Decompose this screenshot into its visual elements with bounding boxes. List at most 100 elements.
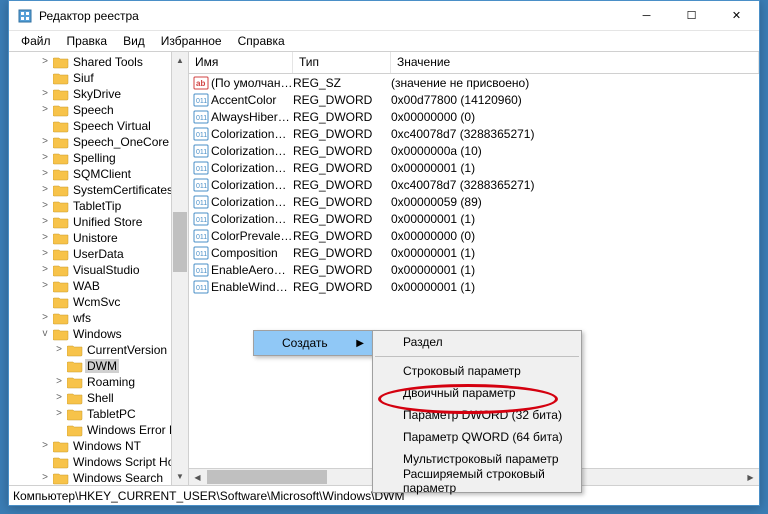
expand-icon[interactable]: > xyxy=(39,214,51,230)
scroll-down-icon[interactable]: ▼ xyxy=(172,468,188,485)
value-row[interactable]: EnableWindow...REG_DWORD0x00000001 (1) xyxy=(189,278,759,295)
tree-node[interactable]: >Speech xyxy=(11,102,188,118)
expand-icon[interactable] xyxy=(53,358,65,374)
value-row[interactable]: ColorizationBlur...REG_DWORD0x00000001 (… xyxy=(189,159,759,176)
expand-icon[interactable]: > xyxy=(53,342,65,358)
tree-node[interactable]: >WAB xyxy=(11,278,188,294)
expand-icon[interactable]: > xyxy=(39,134,51,150)
scroll-up-icon[interactable]: ▲ xyxy=(172,52,188,69)
expand-icon[interactable]: > xyxy=(39,310,51,326)
tree-node[interactable]: >TabletTip xyxy=(11,198,188,214)
value-row[interactable]: ColorizationColorREG_DWORD0xc40078d7 (32… xyxy=(189,176,759,193)
ctx-new-binary[interactable]: Двоичный параметр xyxy=(373,382,581,404)
expand-icon[interactable]: > xyxy=(39,246,51,262)
tree-node[interactable]: >Windows NT xyxy=(11,438,188,454)
tree-node[interactable]: > Shared Tools xyxy=(11,54,188,70)
ctx-create[interactable]: Создать ▶ xyxy=(254,331,372,355)
tree-node[interactable]: Windows Script Host xyxy=(11,454,188,470)
tree-node[interactable]: >wfs xyxy=(11,310,188,326)
tree-node[interactable]: vWindows xyxy=(11,326,188,342)
tree-node[interactable]: >Unistore xyxy=(11,230,188,246)
value-row[interactable]: ColorizationAft...REG_DWORD0xc40078d7 (3… xyxy=(189,125,759,142)
value-name: Composition xyxy=(211,246,293,260)
value-type: REG_DWORD xyxy=(293,263,391,277)
expand-icon[interactable]: > xyxy=(39,54,51,70)
tree-node[interactable]: >Windows Search xyxy=(11,470,188,485)
expand-icon[interactable]: > xyxy=(39,150,51,166)
tree-node[interactable]: >UserData xyxy=(11,246,188,262)
value-row[interactable]: AccentColorREG_DWORD0x00d77800 (14120960… xyxy=(189,91,759,108)
expand-icon[interactable] xyxy=(53,422,65,438)
tree-node[interactable]: Speech Virtual xyxy=(11,118,188,134)
col-name[interactable]: Имя xyxy=(189,52,293,73)
tree-node[interactable]: >CurrentVersion xyxy=(11,342,188,358)
value-row[interactable]: (По умолчанию)REG_SZ(значение не присвое… xyxy=(189,74,759,91)
folder-icon xyxy=(53,439,69,453)
tree-node[interactable]: Windows Error Re xyxy=(11,422,188,438)
titlebar[interactable]: Редактор реестра ─ ☐ ✕ xyxy=(9,1,759,31)
maximize-button[interactable]: ☐ xyxy=(669,1,714,30)
value-row[interactable]: ColorizationCol...REG_DWORD0x00000059 (8… xyxy=(189,193,759,210)
expand-icon[interactable]: > xyxy=(53,390,65,406)
expand-icon[interactable]: > xyxy=(39,182,51,198)
tree-node[interactable]: WcmSvc xyxy=(11,294,188,310)
scroll-right-icon[interactable]: ▶ xyxy=(742,469,759,485)
menu-favorites[interactable]: Избранное xyxy=(153,32,230,50)
tree-node[interactable]: >Spelling xyxy=(11,150,188,166)
tree-pane[interactable]: > Shared Tools Siuf>SkyDrive>Speech Speec… xyxy=(9,52,189,485)
menu-view[interactable]: Вид xyxy=(115,32,153,50)
tree-node[interactable]: >TabletPC xyxy=(11,406,188,422)
menu-edit[interactable]: Правка xyxy=(59,32,116,50)
scroll-left-icon[interactable]: ◀ xyxy=(189,469,206,485)
tree-label: Shared Tools xyxy=(71,55,145,69)
menu-help[interactable]: Справка xyxy=(230,32,293,50)
tree-node[interactable]: >Unified Store xyxy=(11,214,188,230)
expand-icon[interactable]: > xyxy=(39,230,51,246)
tree-node[interactable]: >SystemCertificates xyxy=(11,182,188,198)
expand-icon[interactable] xyxy=(39,70,51,86)
expand-icon[interactable]: > xyxy=(53,374,65,390)
value-row[interactable]: CompositionREG_DWORD0x00000001 (1) xyxy=(189,244,759,261)
expand-icon[interactable] xyxy=(39,454,51,470)
tree-node[interactable]: >Speech_OneCore xyxy=(11,134,188,150)
ctx-new-key[interactable]: Раздел xyxy=(373,331,581,353)
folder-icon xyxy=(67,375,83,389)
value-row[interactable]: ColorPrevalenceREG_DWORD0x00000000 (0) xyxy=(189,227,759,244)
expand-icon[interactable] xyxy=(39,118,51,134)
expand-icon[interactable]: > xyxy=(39,86,51,102)
tree-scrollbar[interactable]: ▲ ▼ xyxy=(171,52,188,485)
close-button[interactable]: ✕ xyxy=(714,1,759,30)
expand-icon[interactable]: > xyxy=(39,198,51,214)
tree-node[interactable]: Siuf xyxy=(11,70,188,86)
expand-icon[interactable]: > xyxy=(39,166,51,182)
expand-icon[interactable]: > xyxy=(39,278,51,294)
tree-node[interactable]: > SQMClient xyxy=(11,166,188,182)
col-type[interactable]: Тип xyxy=(293,52,391,73)
expand-icon[interactable]: > xyxy=(53,406,65,422)
expand-icon[interactable]: > xyxy=(39,470,51,485)
ctx-new-string[interactable]: Строковый параметр xyxy=(373,360,581,382)
expand-icon[interactable] xyxy=(39,294,51,310)
tree-node[interactable]: DWM xyxy=(11,358,188,374)
tree-node[interactable]: >VisualStudio xyxy=(11,262,188,278)
value-row[interactable]: EnableAeroPeekREG_DWORD0x00000001 (1) xyxy=(189,261,759,278)
scroll-thumb[interactable] xyxy=(207,470,327,484)
expand-icon[interactable]: > xyxy=(39,438,51,454)
scroll-thumb[interactable] xyxy=(173,212,187,272)
col-value[interactable]: Значение xyxy=(391,52,759,73)
ctx-new-dword[interactable]: Параметр DWORD (32 бита) xyxy=(373,404,581,426)
menu-file[interactable]: Файл xyxy=(13,32,59,50)
value-row[interactable]: ColorizationBlu...REG_DWORD0x0000000a (1… xyxy=(189,142,759,159)
tree-node[interactable]: >Shell xyxy=(11,390,188,406)
value-row[interactable]: ColorizationGla...REG_DWORD0x00000001 (1… xyxy=(189,210,759,227)
minimize-button[interactable]: ─ xyxy=(624,1,669,30)
tree-node[interactable]: >Roaming xyxy=(11,374,188,390)
value-row[interactable]: AlwaysHibernat...REG_DWORD0x00000000 (0) xyxy=(189,108,759,125)
tree-label: SQMClient xyxy=(71,167,133,181)
ctx-new-qword[interactable]: Параметр QWORD (64 бита) xyxy=(373,426,581,448)
expand-icon[interactable]: > xyxy=(39,262,51,278)
expand-icon[interactable]: > xyxy=(39,102,51,118)
tree-node[interactable]: >SkyDrive xyxy=(11,86,188,102)
expand-icon[interactable]: v xyxy=(39,326,51,342)
ctx-new-expandstring[interactable]: Расширяемый строковый параметр xyxy=(373,470,581,492)
